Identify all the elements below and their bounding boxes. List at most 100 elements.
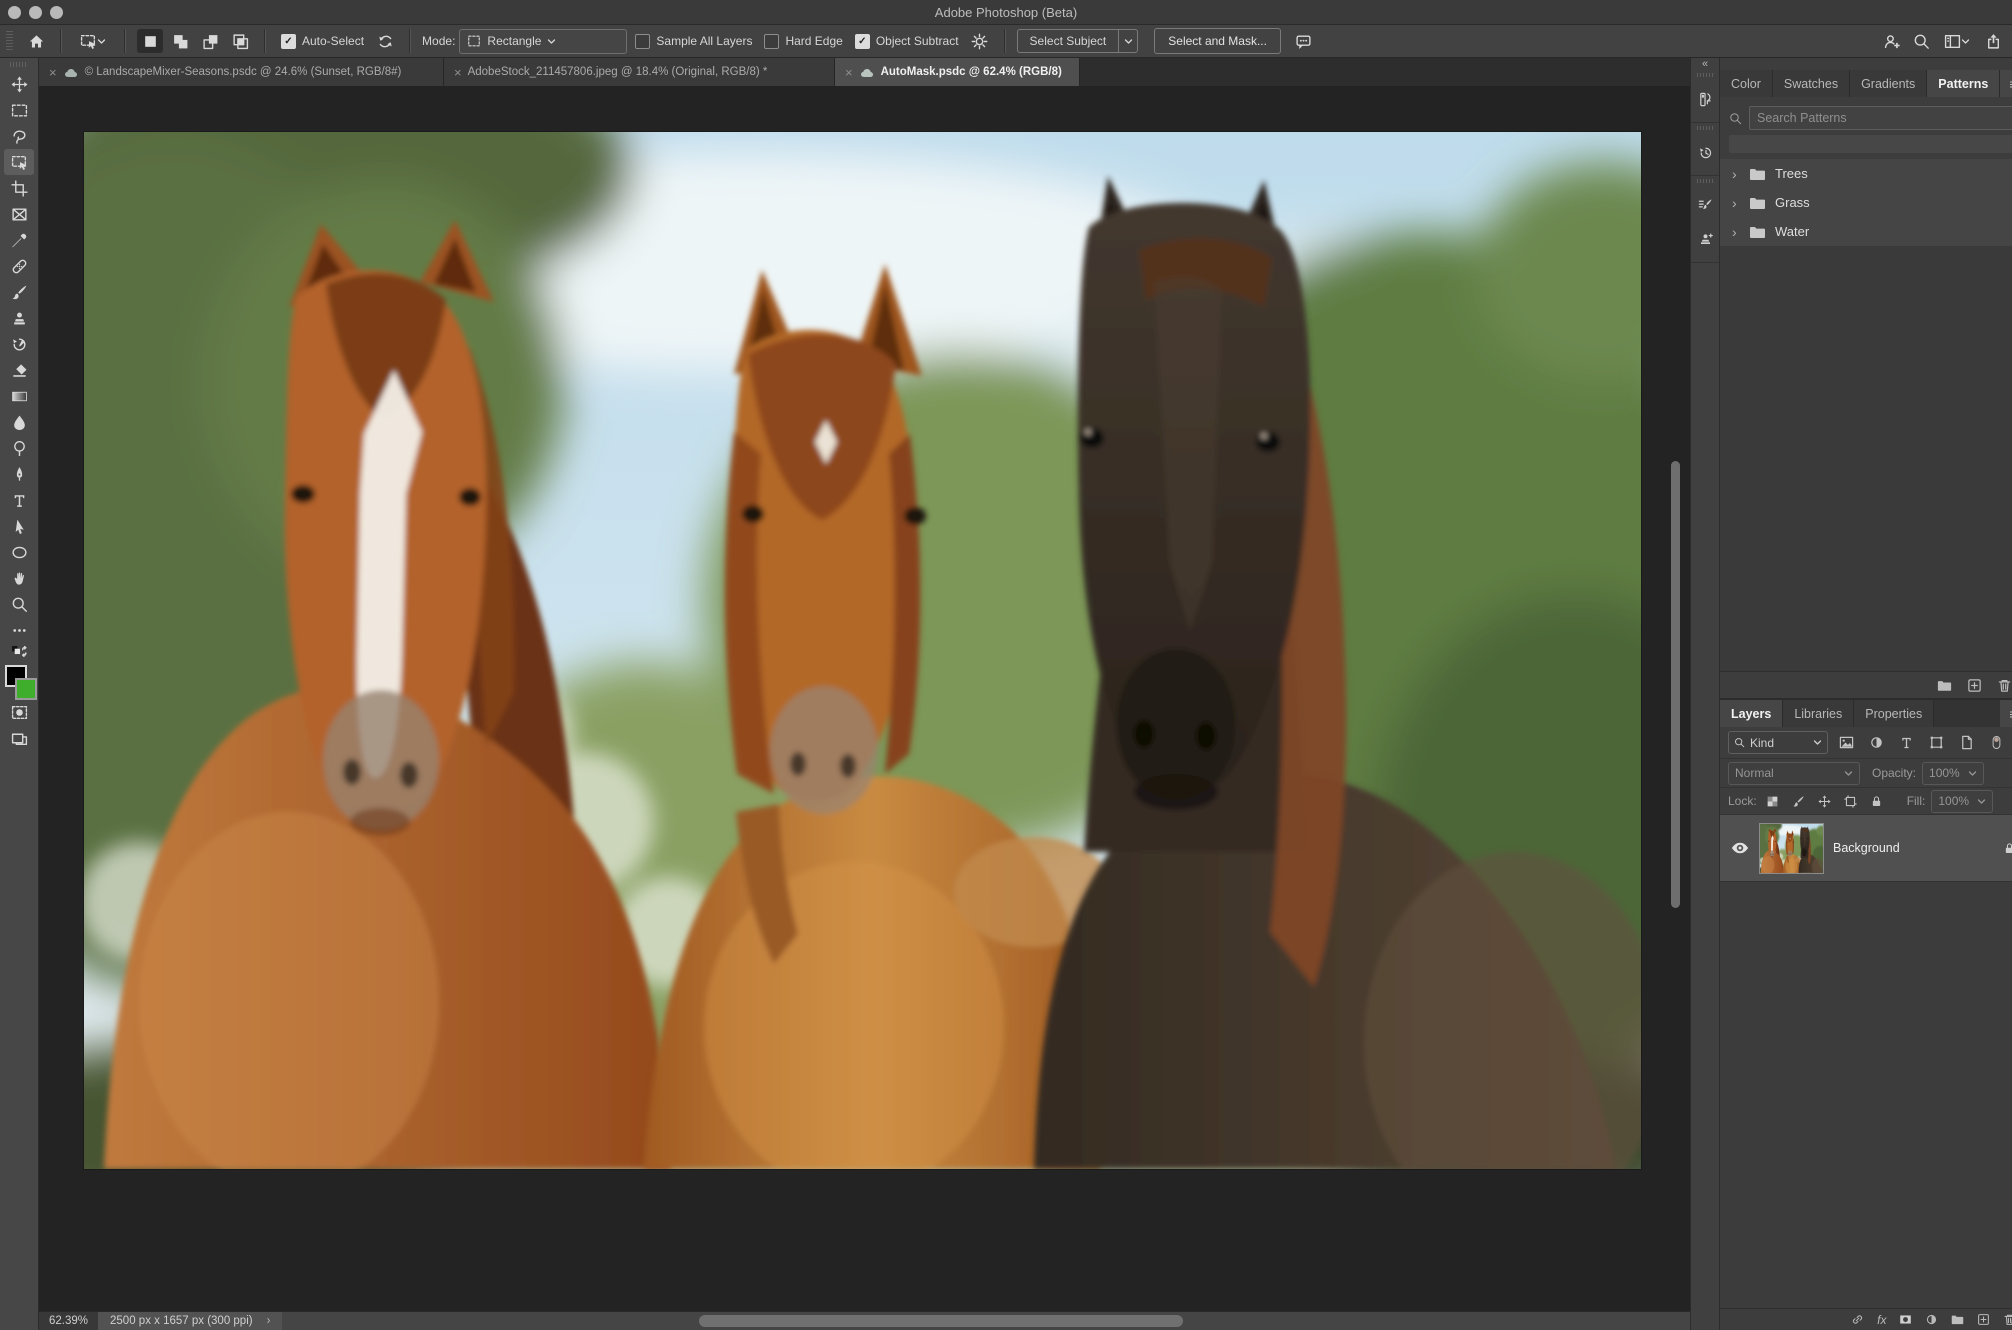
new-selection-button[interactable]: [137, 29, 163, 53]
object-subtract-checkbox[interactable]: ✓: [855, 34, 870, 49]
layer-thumbnail[interactable]: [1760, 824, 1823, 873]
horizontal-scrollbar[interactable]: [699, 1315, 1183, 1327]
collapse-panels-icon[interactable]: «: [1702, 58, 1708, 70]
share-button[interactable]: [1980, 29, 2006, 53]
layer-row-background[interactable]: Background: [1720, 815, 2012, 882]
canvas-image[interactable]: [84, 132, 1641, 1169]
layer-lock-icon[interactable]: [2003, 842, 2012, 855]
tab-layers[interactable]: Layers: [1720, 700, 1783, 727]
expand-chevron-icon[interactable]: ›: [1732, 224, 1740, 240]
segment-grip[interactable]: [1697, 126, 1713, 130]
lock-pixels-button[interactable]: [1789, 795, 1809, 808]
canvas-area[interactable]: [39, 86, 1690, 1311]
close-icon[interactable]: ×: [454, 65, 462, 80]
select-subject-button[interactable]: Select Subject: [1018, 30, 1119, 52]
tool-history-brush[interactable]: [4, 331, 34, 357]
pattern-group-water[interactable]: › Water: [1720, 217, 2012, 246]
tool-lasso[interactable]: [4, 123, 34, 149]
opacity-dropdown[interactable]: 100%: [1922, 762, 1984, 785]
tool-hand[interactable]: [4, 565, 34, 591]
tab-properties[interactable]: Properties: [1854, 700, 1934, 727]
tool-preset-button[interactable]: [73, 29, 113, 53]
search-patterns-input[interactable]: [1749, 106, 2012, 130]
select-and-mask-button[interactable]: Select and Mask...: [1154, 28, 1281, 54]
new-layer-button[interactable]: [1977, 1313, 1990, 1326]
history-panel-button[interactable]: [1691, 138, 1719, 166]
delete-layer-button[interactable]: [2003, 1313, 2012, 1326]
layer-name[interactable]: Background: [1833, 841, 1993, 855]
segment-grip[interactable]: [1697, 179, 1713, 183]
expand-chevron-icon[interactable]: ›: [1732, 166, 1740, 182]
document-info[interactable]: 2500 px x 1657 px (300 ppi) ›: [98, 1312, 282, 1330]
segment-grip[interactable]: [1697, 73, 1713, 77]
tool-options-button[interactable]: [967, 29, 993, 53]
select-subject-split-button[interactable]: Select Subject: [1017, 29, 1139, 53]
tool-healing-brush[interactable]: [4, 253, 34, 279]
brush-settings-panel-button[interactable]: [1691, 191, 1719, 219]
new-pattern-button[interactable]: [1967, 678, 1982, 693]
filter-type-layers-button[interactable]: [1894, 732, 1918, 753]
mode-dropdown[interactable]: Rectangle: [459, 29, 627, 54]
new-layer-group-button[interactable]: [1951, 1313, 1964, 1326]
comment-button[interactable]: [1291, 29, 1317, 53]
tool-eyedropper[interactable]: [4, 227, 34, 253]
lock-transparency-button[interactable]: [1763, 795, 1783, 808]
toolbar-grip[interactable]: [10, 62, 28, 67]
tab-swatches[interactable]: Swatches: [1773, 70, 1850, 97]
background-color-swatch[interactable]: [15, 678, 37, 700]
filter-kind-dropdown[interactable]: Kind: [1728, 731, 1828, 754]
tool-pen[interactable]: [4, 461, 34, 487]
select-subject-dropdown[interactable]: [1118, 30, 1137, 52]
tool-marquee[interactable]: [4, 97, 34, 123]
document-tab-3[interactable]: × AutoMask.psdc @ 62.4% (RGB/8): [835, 58, 1080, 86]
tool-crop[interactable]: [4, 175, 34, 201]
lock-artboard-button[interactable]: [1841, 795, 1861, 808]
blend-mode-dropdown[interactable]: Normal: [1728, 762, 1860, 785]
new-adjustment-layer-button[interactable]: [1925, 1313, 1938, 1326]
search-button[interactable]: [1908, 29, 1934, 53]
invite-button[interactable]: [1878, 29, 1904, 53]
tool-clone-stamp[interactable]: [4, 305, 34, 331]
default-swap-colors[interactable]: [4, 643, 34, 663]
home-button[interactable]: [23, 29, 49, 53]
new-group-button[interactable]: [1937, 678, 1952, 693]
tool-zoom[interactable]: [4, 591, 34, 617]
intersect-selection-button[interactable]: [227, 29, 253, 53]
options-bar-grip[interactable]: [6, 31, 13, 51]
pattern-group-trees[interactable]: › Trees: [1720, 159, 2012, 188]
zoom-level[interactable]: 62.39%: [39, 1312, 98, 1330]
tool-brush[interactable]: [4, 279, 34, 305]
auto-select-checkbox[interactable]: ✓: [281, 34, 296, 49]
tool-shape[interactable]: [4, 539, 34, 565]
sample-all-layers-option[interactable]: Sample All Layers: [631, 34, 756, 49]
status-chevron-icon[interactable]: ›: [267, 1315, 271, 1327]
tool-blur[interactable]: [4, 409, 34, 435]
filter-toggle[interactable]: [1984, 732, 2008, 753]
subtract-selection-button[interactable]: [197, 29, 223, 53]
layer-style-button[interactable]: fx: [1877, 1313, 1886, 1327]
tool-gradient[interactable]: [4, 383, 34, 409]
filter-smart-objects-button[interactable]: [1954, 732, 1978, 753]
filter-pixel-layers-button[interactable]: [1834, 732, 1858, 753]
tab-libraries[interactable]: Libraries: [1783, 700, 1854, 727]
add-selection-button[interactable]: [167, 29, 193, 53]
delete-pattern-button[interactable]: [1997, 678, 2012, 693]
screen-mode-button[interactable]: [4, 725, 34, 751]
tool-move[interactable]: [4, 71, 34, 97]
pattern-group-grass[interactable]: › Grass: [1720, 188, 2012, 217]
expand-chevron-icon[interactable]: ›: [1732, 195, 1740, 211]
object-subtract-option[interactable]: ✓ Object Subtract: [851, 34, 963, 49]
tool-object-selection[interactable]: [4, 149, 34, 175]
tool-frame[interactable]: [4, 201, 34, 227]
close-icon[interactable]: ×: [845, 65, 853, 80]
tab-color[interactable]: Color: [1720, 70, 1773, 97]
document-tab-1[interactable]: × © LandscapeMixer-Seasons.psdc @ 24.6% …: [39, 58, 444, 86]
visibility-eye-icon[interactable]: [1730, 838, 1750, 858]
tool-path-select[interactable]: [4, 513, 34, 539]
hard-edge-checkbox[interactable]: [764, 34, 779, 49]
hard-edge-option[interactable]: Hard Edge: [760, 34, 846, 49]
link-layers-button[interactable]: [1851, 1313, 1864, 1326]
workspace-button[interactable]: [1938, 29, 1976, 53]
tool-type[interactable]: [4, 487, 34, 513]
filter-adjustment-layers-button[interactable]: [1864, 732, 1888, 753]
